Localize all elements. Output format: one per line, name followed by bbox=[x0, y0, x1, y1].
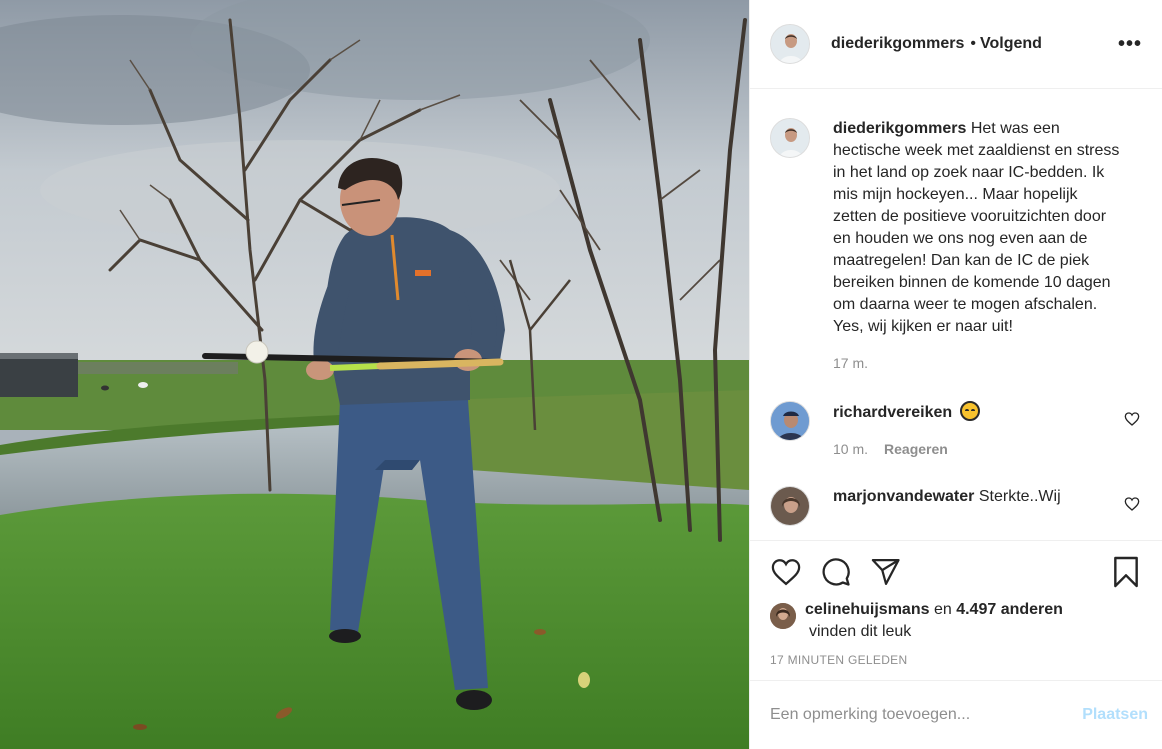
avatar-image bbox=[771, 25, 809, 63]
post-side-panel: diederikgommers • Volgend ••• diederikgo… bbox=[749, 0, 1162, 749]
avatar-image bbox=[771, 119, 809, 157]
like-heart-icon[interactable] bbox=[770, 556, 802, 588]
caption-meta: 17 m. bbox=[833, 352, 1123, 374]
comment-bubble-icon[interactable] bbox=[820, 556, 852, 588]
comment-text: Sterkte..Wij bbox=[978, 488, 1061, 505]
more-options-icon[interactable]: ••• bbox=[1118, 33, 1142, 56]
post-header: diederikgommers • Volgend ••• bbox=[750, 0, 1162, 89]
action-icon-row bbox=[770, 555, 1142, 589]
share-paper-plane-icon[interactable] bbox=[870, 556, 902, 588]
avatar-image bbox=[770, 603, 796, 629]
likes-count[interactable]: 4.497 anderen bbox=[956, 601, 1063, 618]
like-comment-heart-icon[interactable] bbox=[1124, 496, 1140, 512]
comment-input[interactable] bbox=[770, 706, 1083, 724]
post-timestamp[interactable]: 17 MINUTEN GELEDEN bbox=[770, 653, 1142, 667]
like-comment-heart-icon[interactable] bbox=[1124, 411, 1140, 427]
caption-username[interactable]: diederikgommers bbox=[833, 120, 966, 137]
caption-time[interactable]: 17 m. bbox=[833, 352, 868, 374]
relieved-face-emoji-icon bbox=[959, 401, 980, 421]
separator-dot: • bbox=[970, 35, 976, 52]
post-photo[interactable] bbox=[0, 0, 749, 749]
likes-text: celinehuijsmans en 4.497 anderen vinden … bbox=[805, 599, 1063, 643]
reply-button[interactable]: Reageren bbox=[884, 438, 948, 460]
caption-text: Het was een hectische week met zaaldiens… bbox=[833, 120, 1120, 335]
comment-time[interactable]: 10 m. bbox=[833, 438, 868, 460]
liker-avatar[interactable] bbox=[770, 603, 796, 629]
avatar-image bbox=[771, 402, 809, 440]
author-avatar[interactable] bbox=[770, 24, 810, 64]
save-bookmark-icon[interactable] bbox=[1110, 556, 1142, 588]
avatar-image bbox=[771, 487, 809, 525]
comments-list[interactable]: diederikgommers Het was een hectische we… bbox=[750, 90, 1162, 539]
comment-body: marjonvandewater Sterkte..Wij bbox=[833, 486, 1123, 526]
comment-username[interactable]: marjonvandewater bbox=[833, 488, 974, 505]
likes-suffix: vinden dit leuk bbox=[809, 623, 912, 640]
caption-avatar[interactable] bbox=[770, 118, 810, 158]
author-username[interactable]: diederikgommers bbox=[831, 35, 964, 53]
comment-username[interactable]: richardvereiken bbox=[833, 404, 952, 421]
comment-meta: 10 m. Reageren bbox=[833, 438, 1123, 460]
comment-body: richardvereiken 10 m. Reageren bbox=[833, 401, 1123, 460]
caption: diederikgommers Het was een hectische we… bbox=[770, 118, 1142, 374]
post-actions: celinehuijsmans en 4.497 anderen vinden … bbox=[750, 540, 1162, 680]
comment-item: richardvereiken 10 m. Reageren bbox=[770, 401, 1142, 460]
comment-item: marjonvandewater Sterkte..Wij bbox=[770, 486, 1142, 526]
instagram-post-modal: diederikgommers • Volgend ••• diederikgo… bbox=[0, 0, 1162, 749]
likes-summary: celinehuijsmans en 4.497 anderen vinden … bbox=[770, 599, 1142, 643]
add-comment-bar: Plaatsen bbox=[750, 680, 1162, 749]
post-comment-button[interactable]: Plaatsen bbox=[1082, 706, 1148, 724]
commenter-avatar[interactable] bbox=[770, 401, 810, 441]
caption-body: diederikgommers Het was een hectische we… bbox=[833, 118, 1123, 374]
first-liker-username[interactable]: celinehuijsmans bbox=[805, 601, 930, 618]
photo-illustration bbox=[0, 0, 749, 749]
likes-connector: en bbox=[933, 601, 952, 618]
commenter-avatar[interactable] bbox=[770, 486, 810, 526]
following-button[interactable]: Volgend bbox=[980, 35, 1042, 53]
